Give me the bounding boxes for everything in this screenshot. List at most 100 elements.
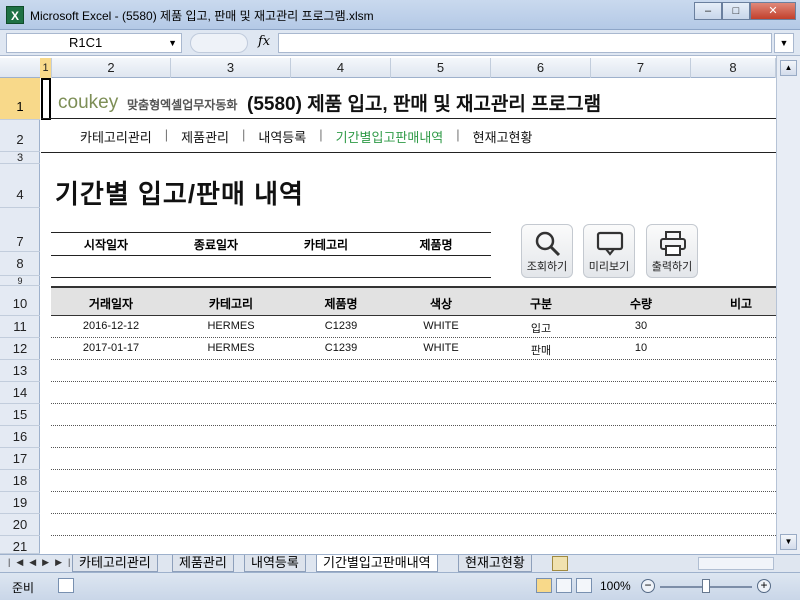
column-header[interactable]: 6 [491,58,591,78]
cell-category: HERMES [207,342,255,354]
row-header[interactable]: 13 [0,360,40,382]
table-row[interactable] [51,448,776,470]
row-header[interactable]: 16 [0,426,40,448]
cell-quantity: 30 [634,320,648,332]
zoom-out-icon[interactable]: − [641,579,655,593]
table-row[interactable] [51,404,776,426]
monitor-icon [596,231,624,256]
row-header[interactable]: 14 [0,382,40,404]
table-row[interactable]: 2017-01-17 HERMES C1239 WHITE 판매 10 [51,338,776,360]
row-header[interactable]: 3 [0,152,40,164]
sheet-tabs-bar: |◀◀▶▶| 카테고리관리 제품관리 내역등록 기간별입고판매내역 현재고현황 [0,554,800,572]
menu-item-product[interactable]: 제품관리 [168,127,242,146]
tab-category[interactable]: 카테고리관리 [72,555,158,572]
macro-record-icon[interactable] [58,578,74,593]
row-header[interactable]: 15 [0,404,40,426]
expand-formula-icon[interactable]: ▼ [774,33,794,53]
column-header[interactable]: 3 [171,58,291,78]
vertical-scrollbar[interactable]: ▲ ▼ [776,56,800,554]
row-header[interactable]: 12 [0,338,40,360]
menu-item-period-history[interactable]: 기간별입고판매내역 [323,127,457,146]
nav-menu: 카테고리관리 | 제품관리 | 내역등록 | 기간별입고판매내역 | 현재고현황 [67,127,545,146]
menu-item-entry[interactable]: 내역등록 [245,127,319,146]
name-box[interactable]: R1C1 ▼ [6,33,182,53]
logo: coukey [58,92,119,113]
cell-quantity: 10 [634,342,648,354]
column-header[interactable]: 5 [391,58,491,78]
column-label-category: 카테고리 [208,297,254,311]
page-break-view-icon[interactable] [576,578,592,593]
chevron-down-icon[interactable]: ▼ [168,34,177,52]
column-header[interactable]: 8 [691,58,776,78]
selected-cell[interactable] [41,78,51,120]
search-button[interactable]: 조회하기 [521,224,573,278]
menu-divider-bottom [41,152,776,153]
zoom-in-icon[interactable]: + [757,579,771,593]
worksheet: coukey 맞춤형엑셀업무자동화 (5580) 제품 입고, 판매 및 재고관… [41,78,776,554]
page-layout-view-icon[interactable] [556,578,572,593]
tab-stock-status[interactable]: 현재고현황 [458,555,532,572]
start-date-input[interactable] [51,256,161,278]
app-title: (5580) 제품 입고, 판매 및 재고관리 프로그램 [247,94,602,115]
tab-period-history[interactable]: 기간별입고판매내역 [316,555,438,572]
row-header[interactable]: 21 [0,536,40,554]
horizontal-scrollbar[interactable] [698,557,774,570]
row-header[interactable]: 8 [0,252,40,276]
printer-icon [660,231,686,256]
title-bar: X Microsoft Excel - (5580) 제품 입고, 판매 및 재… [0,0,800,30]
menu-item-stock-status[interactable]: 현재고현황 [460,127,546,146]
normal-view-icon[interactable] [536,578,552,593]
tab-entry[interactable]: 내역등록 [244,555,306,572]
row-header[interactable]: 17 [0,448,40,470]
table-row[interactable] [51,426,776,448]
zoom-slider-handle[interactable] [702,579,710,593]
row-header[interactable]: 2 [0,120,40,152]
tab-nav-arrows[interactable]: |◀◀▶▶| [8,557,76,568]
row-header[interactable]: 18 [0,470,40,492]
row-header[interactable]: 19 [0,492,40,514]
end-date-input[interactable] [161,256,271,278]
filter-header-start-date: 시작일자 [83,238,129,252]
row-header[interactable]: 9 [0,276,40,286]
row-header[interactable]: 11 [0,316,40,338]
table-row[interactable] [51,514,776,536]
close-button[interactable]: ✕ [750,2,796,20]
print-button[interactable]: 출력하기 [646,224,698,278]
scroll-down-icon[interactable]: ▼ [780,534,797,550]
row-header[interactable]: 1 [0,78,40,120]
table-row[interactable]: 2016-12-12 HERMES C1239 WHITE 입고 30 [51,316,776,338]
column-header[interactable]: 7 [591,58,691,78]
column-label-product: 제품명 [324,297,358,311]
minimize-button[interactable]: – [694,2,722,20]
column-header[interactable]: 2 [52,58,171,78]
name-box-value: R1C1 [69,35,103,50]
insert-function-icon[interactable]: fx [258,34,270,49]
cell-type: 입고 [530,323,552,335]
table-row[interactable] [51,360,776,382]
row-header[interactable]: 20 [0,514,40,536]
row-header[interactable]: 10 [0,286,40,316]
column-header[interactable]: 4 [291,58,391,78]
tab-product[interactable]: 제품관리 [172,555,234,572]
scroll-up-icon[interactable]: ▲ [780,60,797,76]
column-label-date: 거래일자 [88,297,134,311]
zoom-level[interactable]: 100% [600,579,631,593]
row-headers: 1 2 3 4 7 8 9 10 11 12 13 14 15 16 17 18… [0,78,40,554]
new-sheet-icon[interactable] [552,556,568,571]
row-header[interactable]: 4 [0,164,40,208]
filter-header-category: 카테고리 [303,238,349,252]
logo-tagline: 맞춤형엑셀업무자동화 [127,98,238,112]
excel-icon[interactable]: X [6,6,24,24]
table-row[interactable] [51,382,776,404]
row-header[interactable]: 7 [0,208,40,252]
product-input[interactable] [381,256,491,278]
table-row[interactable] [51,470,776,492]
table-row[interactable] [51,492,776,514]
menu-item-category[interactable]: 카테고리관리 [67,127,165,146]
category-input[interactable] [271,256,381,278]
restore-button[interactable]: □ [722,2,750,20]
formula-input[interactable] [278,33,772,53]
status-ready: 준비 [12,581,35,595]
preview-button[interactable]: 미리보기 [583,224,635,278]
column-header[interactable]: 1 [40,58,52,78]
